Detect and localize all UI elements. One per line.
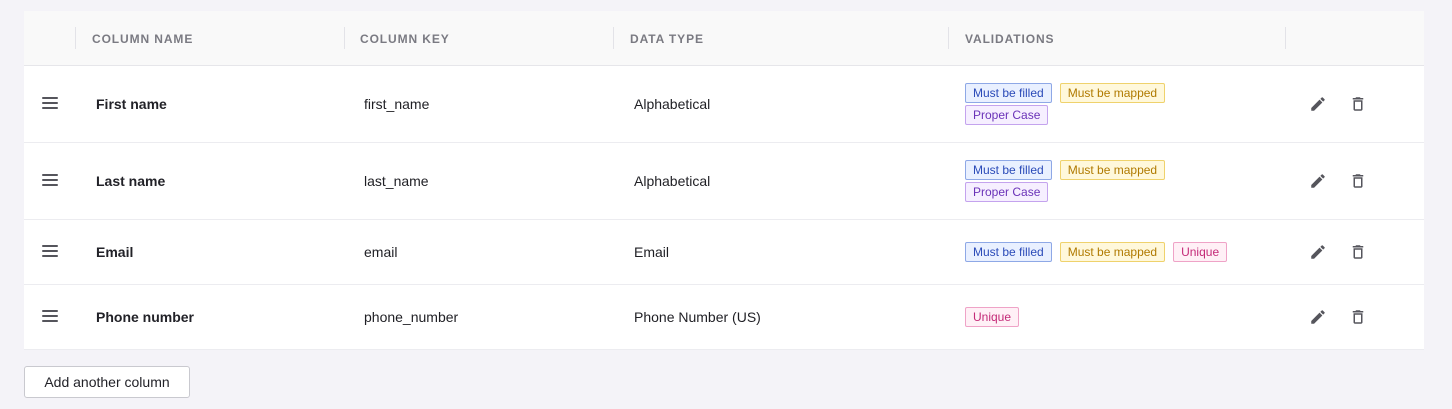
validations-cell: Unique xyxy=(965,285,1020,349)
column-name-cell: Phone number xyxy=(96,309,195,325)
header-column-key: Column key xyxy=(360,31,450,46)
table-row: Email email Email Must be filled Must be map… xyxy=(24,220,1424,285)
validation-tag-must-be-mapped: Must be mapped xyxy=(1059,83,1166,103)
drag-handle-icon[interactable] xyxy=(42,97,58,111)
header-divider xyxy=(948,27,949,49)
column-key-cell: phone_number xyxy=(364,309,459,325)
table-row: Last name last_name Alphabetical Must be fi… xyxy=(24,143,1424,220)
validation-tag-line: Must be filled Must be mapped xyxy=(965,160,1166,180)
column-key-cell: last_name xyxy=(364,173,429,189)
validation-tag-must-be-mapped: Must be mapped xyxy=(1059,242,1166,262)
validation-tag-line: Unique xyxy=(965,307,1020,327)
data-type-cell: Email xyxy=(634,244,670,260)
validation-tag-must-be-filled: Must be filled xyxy=(965,242,1052,262)
trash-icon[interactable] xyxy=(1349,172,1367,190)
column-name-cell: Last name xyxy=(96,173,166,189)
drag-handle-icon[interactable] xyxy=(42,174,58,188)
column-key-cell: first_name xyxy=(364,96,430,112)
validations-cell: Must be filled Must be mapped Unique xyxy=(965,220,1228,284)
drag-handle-icon[interactable] xyxy=(42,310,58,324)
add-another-column-button[interactable]: Add another column xyxy=(24,366,190,398)
column-key-cell: email xyxy=(364,244,398,260)
validation-tag-must-be-mapped: Must be mapped xyxy=(1059,160,1166,180)
header-validations: Validations xyxy=(965,31,1055,46)
pencil-icon[interactable] xyxy=(1309,243,1327,261)
table-body: First name first_name Alphabetical Must be … xyxy=(24,66,1424,350)
validation-tag-must-be-filled: Must be filled xyxy=(965,83,1052,103)
trash-icon[interactable] xyxy=(1349,308,1367,326)
column-name-cell: Email xyxy=(96,244,134,260)
table-header: Column name Column key Data type Validat… xyxy=(24,11,1424,66)
validation-tag-line: Proper Case xyxy=(965,105,1165,125)
header-column-name: Column name xyxy=(92,31,194,46)
header-data-type: Data type xyxy=(630,31,704,46)
validation-tag-line: Proper Case xyxy=(965,182,1165,202)
trash-icon[interactable] xyxy=(1349,95,1367,113)
table-row: Phone number phone_number Phone Number (US… xyxy=(24,285,1424,350)
drag-handle-icon[interactable] xyxy=(42,245,58,259)
pencil-icon[interactable] xyxy=(1309,95,1327,113)
validation-tag-unique: Unique xyxy=(1173,242,1228,262)
pencil-icon[interactable] xyxy=(1309,308,1327,326)
table-row: First name first_name Alphabetical Must be … xyxy=(24,66,1424,143)
validation-tag-proper-case: Proper Case xyxy=(965,105,1049,125)
validation-tag-line: Must be filled Must be mapped xyxy=(965,83,1166,103)
trash-icon[interactable] xyxy=(1349,243,1367,261)
validation-tag-unique: Unique xyxy=(965,307,1020,327)
header-divider xyxy=(344,27,345,49)
validation-tag-must-be-filled: Must be filled xyxy=(965,160,1052,180)
data-type-cell: Alphabetical xyxy=(634,96,711,112)
validation-tag-line: Must be filled Must be mapped Unique xyxy=(965,242,1228,262)
header-divider xyxy=(75,27,76,49)
data-type-cell: Phone Number (US) xyxy=(634,309,761,325)
validations-cell: Must be filled Must be mapped Proper Case xyxy=(965,143,1166,219)
column-name-cell: First name xyxy=(96,96,167,112)
columns-table: Column name Column key Data type Validat… xyxy=(24,11,1424,350)
pencil-icon[interactable] xyxy=(1309,172,1327,190)
validations-cell: Must be filled Must be mapped Proper Case xyxy=(965,66,1166,142)
header-divider xyxy=(1285,27,1286,49)
header-divider xyxy=(613,27,614,49)
data-type-cell: Alphabetical xyxy=(634,173,711,189)
validation-tag-proper-case: Proper Case xyxy=(965,182,1049,202)
